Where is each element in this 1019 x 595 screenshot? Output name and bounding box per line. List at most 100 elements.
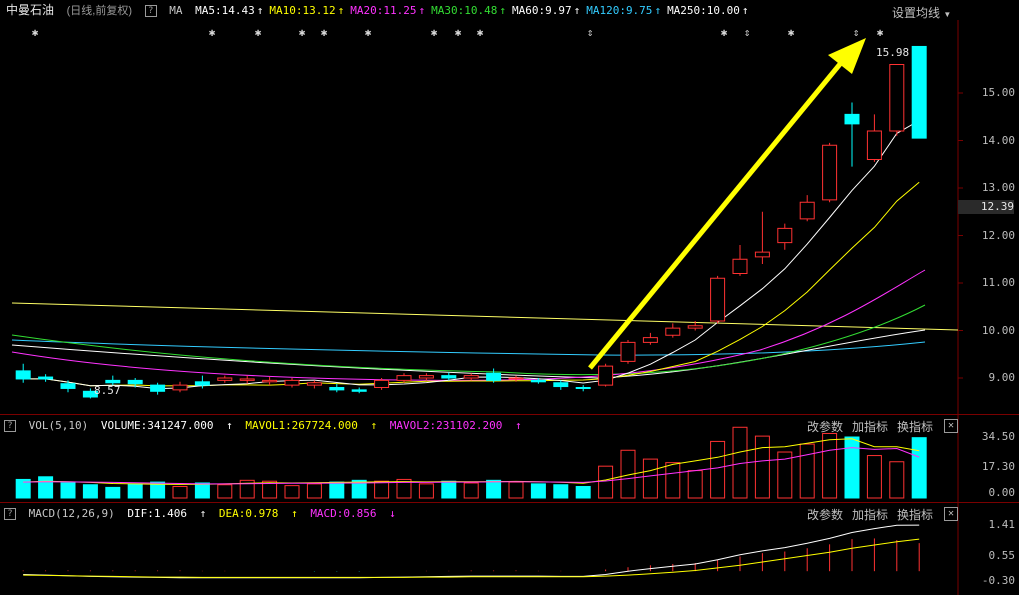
candle-body bbox=[105, 379, 121, 384]
candle-body bbox=[530, 379, 546, 383]
volume-bar bbox=[530, 483, 546, 499]
macd-indicator: MACD(12,26,9) bbox=[28, 507, 115, 520]
volume-header: ? VOL(5,10) VOLUME:341247.000 ↑ MAVOL1:2… bbox=[4, 416, 528, 436]
help-icon[interactable]: ? bbox=[4, 420, 16, 432]
candle-body bbox=[15, 370, 31, 380]
volume-bar bbox=[575, 486, 591, 499]
volume-bar bbox=[508, 481, 524, 499]
candle-body bbox=[262, 379, 278, 383]
ma250-line bbox=[11, 302, 959, 331]
candle-body bbox=[799, 201, 815, 220]
event-marker-icon: ✱ bbox=[431, 26, 438, 39]
volume-bar bbox=[306, 483, 322, 499]
event-marker-icon: ✱ bbox=[788, 26, 795, 39]
change-params-button[interactable]: 改参数 bbox=[807, 506, 843, 523]
event-marker-icon: ✱ bbox=[365, 26, 372, 39]
volume-bar bbox=[598, 465, 614, 499]
event-marker-icon: ✱ bbox=[721, 26, 728, 39]
axis-tick-label: 13.00 bbox=[981, 181, 1015, 194]
volume-bar bbox=[105, 486, 121, 499]
candle-body bbox=[665, 327, 681, 336]
event-marker-icon: ✱ bbox=[32, 26, 39, 39]
close-icon[interactable]: ✕ bbox=[944, 507, 958, 521]
candle-body bbox=[329, 387, 345, 391]
volume-bar bbox=[82, 484, 98, 499]
help-icon[interactable]: ? bbox=[4, 508, 16, 520]
axis-tick-label: 15.00 bbox=[981, 86, 1015, 99]
up-arrow-icon: ↑ bbox=[226, 419, 233, 432]
mavol2-value: MAVOL2:231102.200 bbox=[389, 419, 503, 432]
candle-body bbox=[217, 377, 233, 381]
candle-body bbox=[194, 381, 210, 386]
event-marker-icon: ✱ bbox=[477, 26, 484, 39]
candle-body bbox=[598, 365, 614, 386]
axis-tick-label: 10.00 bbox=[981, 323, 1015, 337]
volume-bar bbox=[889, 461, 905, 499]
volume-bar bbox=[665, 462, 681, 499]
axis-tick-label: 17.30 bbox=[981, 460, 1015, 473]
volume-bar bbox=[441, 480, 457, 499]
axis-tick-label: 14.00 bbox=[981, 133, 1015, 147]
volume-bar bbox=[710, 440, 726, 499]
close-icon[interactable]: ✕ bbox=[944, 419, 958, 433]
event-marker-icon: ✱ bbox=[209, 26, 216, 39]
candle-body bbox=[127, 379, 143, 385]
candle-body bbox=[239, 378, 255, 381]
vol-indicator: VOL(5,10) bbox=[28, 419, 89, 432]
candle-body bbox=[150, 384, 166, 392]
candle-body bbox=[463, 375, 479, 379]
event-marker-icon: ⇕ bbox=[587, 26, 594, 39]
dif-value: DIF:1.406 bbox=[127, 507, 187, 520]
axis-tick-label: 0.55 bbox=[988, 549, 1016, 562]
volume-bar bbox=[60, 482, 76, 499]
up-arrow-icon: ↑ bbox=[199, 507, 207, 520]
event-marker-icon: ✱ bbox=[299, 26, 306, 39]
macd-header: ? MACD(12,26,9) DIF:1.406 ↑ DEA:0.978 ↑ … bbox=[4, 504, 402, 524]
axis-tick-label: 1.41 bbox=[988, 518, 1016, 531]
volume-bar bbox=[217, 484, 233, 499]
add-indicator-button[interactable]: 加指标 bbox=[852, 506, 888, 523]
ma5-line bbox=[23, 120, 920, 390]
volume-bar bbox=[754, 435, 770, 499]
divider bbox=[0, 414, 1019, 415]
event-marker-icon: ✱ bbox=[321, 26, 328, 39]
ma30-line bbox=[11, 304, 926, 376]
candle-body bbox=[754, 251, 770, 258]
switch-indicator-button[interactable]: 换指标 bbox=[897, 418, 933, 435]
candle-body bbox=[642, 337, 658, 343]
candle-body bbox=[575, 387, 591, 389]
volume-bar bbox=[822, 432, 838, 499]
volume-bar bbox=[284, 485, 300, 499]
volume-bar bbox=[687, 470, 703, 499]
candle-body bbox=[687, 325, 703, 329]
up-arrow-icon: ↑ bbox=[370, 419, 378, 432]
candle-body bbox=[418, 375, 434, 379]
current-price-badge: 12.39 bbox=[958, 200, 1014, 214]
candle-body bbox=[396, 375, 412, 381]
switch-indicator-button[interactable]: 换指标 bbox=[897, 506, 933, 523]
dea-value: DEA:0.978 bbox=[218, 507, 279, 520]
add-indicator-button[interactable]: 加指标 bbox=[852, 418, 888, 435]
volume-bar bbox=[127, 483, 143, 499]
volume-bar bbox=[172, 486, 188, 499]
axis-tick-label: 9.00 bbox=[988, 371, 1016, 384]
volume-bar bbox=[866, 455, 882, 499]
volume-bar bbox=[374, 480, 390, 499]
down-arrow-icon: ↓ bbox=[389, 507, 396, 520]
volume-bar bbox=[329, 481, 345, 499]
volume-bar bbox=[799, 443, 815, 499]
change-params-button[interactable]: 改参数 bbox=[807, 418, 843, 435]
macd-value: MACD:0.856 bbox=[310, 507, 377, 520]
candle-body bbox=[374, 379, 390, 388]
dea-line bbox=[23, 538, 920, 578]
divider bbox=[0, 502, 1019, 503]
volume-bar bbox=[911, 437, 927, 499]
candle-body bbox=[911, 45, 927, 139]
mavol1-value: MAVOL1:267724.000 bbox=[245, 419, 358, 432]
candle-body bbox=[38, 376, 54, 380]
vol-value: VOLUME:341247.000 bbox=[100, 419, 214, 432]
volume-bar bbox=[486, 479, 502, 499]
candle-body bbox=[351, 389, 367, 392]
high-price-label: 15.98 bbox=[876, 46, 910, 59]
candle-body bbox=[710, 277, 726, 322]
